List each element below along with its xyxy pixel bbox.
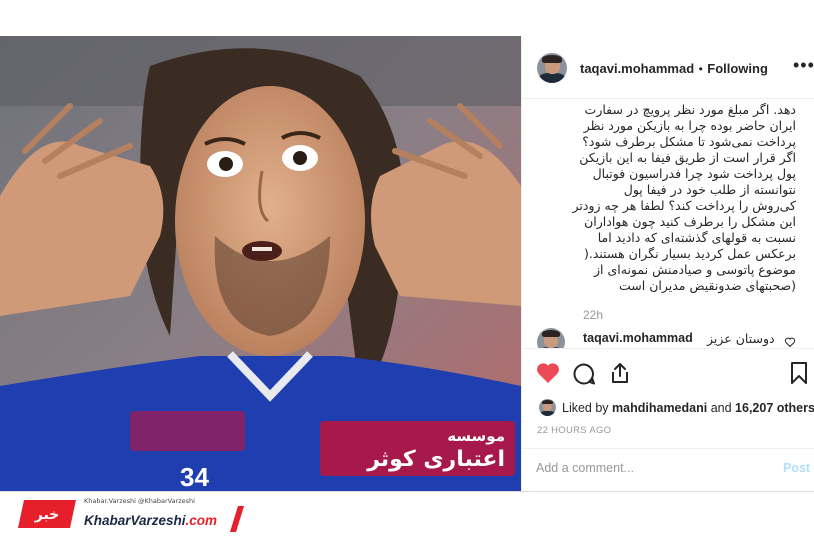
comment-input[interactable] xyxy=(536,461,736,475)
post-timestamp[interactable]: 22 HOURS AGO xyxy=(537,425,611,436)
caption-line: اگر قرار است از طریق فیفا به این بازیکن xyxy=(579,150,796,165)
comment-text: دوستان عزیز xyxy=(707,331,775,346)
comment-form: Post xyxy=(522,448,814,492)
jersey-number: 34 xyxy=(180,462,209,491)
caption-line: پول پرداخت شود چرا فدراسیون فوتبال xyxy=(592,166,796,181)
comment-like-icon[interactable] xyxy=(784,336,796,348)
liked-by-user[interactable]: mahdihamedani xyxy=(612,401,707,415)
caption-line: (صحبتهای ضدونقیض مدیران است xyxy=(619,278,796,293)
caption-line: ایران حاضر بوده چرا به بازیکن مورد نظر xyxy=(583,118,796,133)
brand-name: KhabarVarzeshi.com xyxy=(84,513,217,528)
watermark-footer: خبر Khabar.Varzeshi @KhabarVarzeshi Khab… xyxy=(0,491,814,543)
top-margin xyxy=(0,0,814,36)
liked-by-count[interactable]: 16,207 others xyxy=(735,401,814,415)
header-separator: • xyxy=(698,62,703,76)
caption-line: پرداخت نمی‌شود تا مشکل برطرف شود؟ xyxy=(582,134,796,149)
social-handles: Khabar.Varzeshi @KhabarVarzeshi xyxy=(84,497,195,505)
share-icon[interactable] xyxy=(609,361,631,385)
caption-line: نسبت به قولهای گذشته‌ای که دادید اما xyxy=(597,230,796,245)
caption-line: کی‌روش را پرداخت کند؟ لطفا هر چه زودتر xyxy=(572,198,797,213)
brand-main: KhabarVarzeshi xyxy=(84,513,186,528)
comment-icon[interactable] xyxy=(572,362,596,386)
comment-username[interactable]: taqavi.mohammad xyxy=(583,331,693,345)
heart-filled-icon[interactable] xyxy=(536,362,560,384)
liked-by-and: and xyxy=(710,401,732,415)
bookmark-icon[interactable] xyxy=(790,361,808,385)
liked-by-prefix: Liked by xyxy=(562,401,609,415)
more-options-icon[interactable]: ••• xyxy=(793,56,814,74)
jersey-sponsor-main: اعتباری کوثر xyxy=(366,447,505,472)
caption-line: برعکس عمل کردید بسیار نگران هستند.( xyxy=(583,246,796,261)
khabarvarzeshi-logo-badge: خبر xyxy=(18,500,76,528)
caption-line: این مشکل را برطرف کنید چون هواداران xyxy=(584,214,796,229)
avatar[interactable] xyxy=(537,53,567,83)
jersey-sponsor-top: موسسه xyxy=(447,427,505,445)
brand-suffix: .com xyxy=(185,513,218,528)
post-caption: دهد. اگر مبلغ مورد نظر پرویچ در سفارت ایر… xyxy=(572,102,797,294)
caption-line: موضوع پاتوسی و صیادمنش نمونه‌ای از xyxy=(594,262,796,277)
likes-summary: Liked by mahdihamedani and 16,207 others xyxy=(537,398,814,418)
liker-avatar[interactable] xyxy=(539,399,556,416)
post-photo[interactable]: موسسه اعتباری کوثر 34 xyxy=(0,36,521,491)
post-actions: Liked by mahdihamedani and 16,207 others… xyxy=(522,348,814,491)
comment-item: taqavi.mohammad دوستان عزیز xyxy=(537,328,802,356)
post-comment-button[interactable]: Post xyxy=(783,461,810,475)
logo-badge-text: خبر xyxy=(34,507,60,523)
follow-status-button[interactable]: Following xyxy=(707,61,768,76)
post-side-panel: taqavi.mohammad • Following ••• دهد. اگر… xyxy=(521,36,814,491)
header-username[interactable]: taqavi.mohammad xyxy=(580,61,694,76)
caption-line: نتوانسته از طلب خود در فیفا پول xyxy=(623,182,796,197)
post-header: taqavi.mohammad • Following ••• xyxy=(522,36,814,99)
slash-decoration xyxy=(230,506,244,532)
caption-age[interactable]: 22h xyxy=(583,308,603,322)
player-photo-illustration: موسسه اعتباری کوثر 34 xyxy=(0,36,521,491)
caption-line: دهد. اگر مبلغ مورد نظر پرویچ در سفارت xyxy=(584,102,796,117)
